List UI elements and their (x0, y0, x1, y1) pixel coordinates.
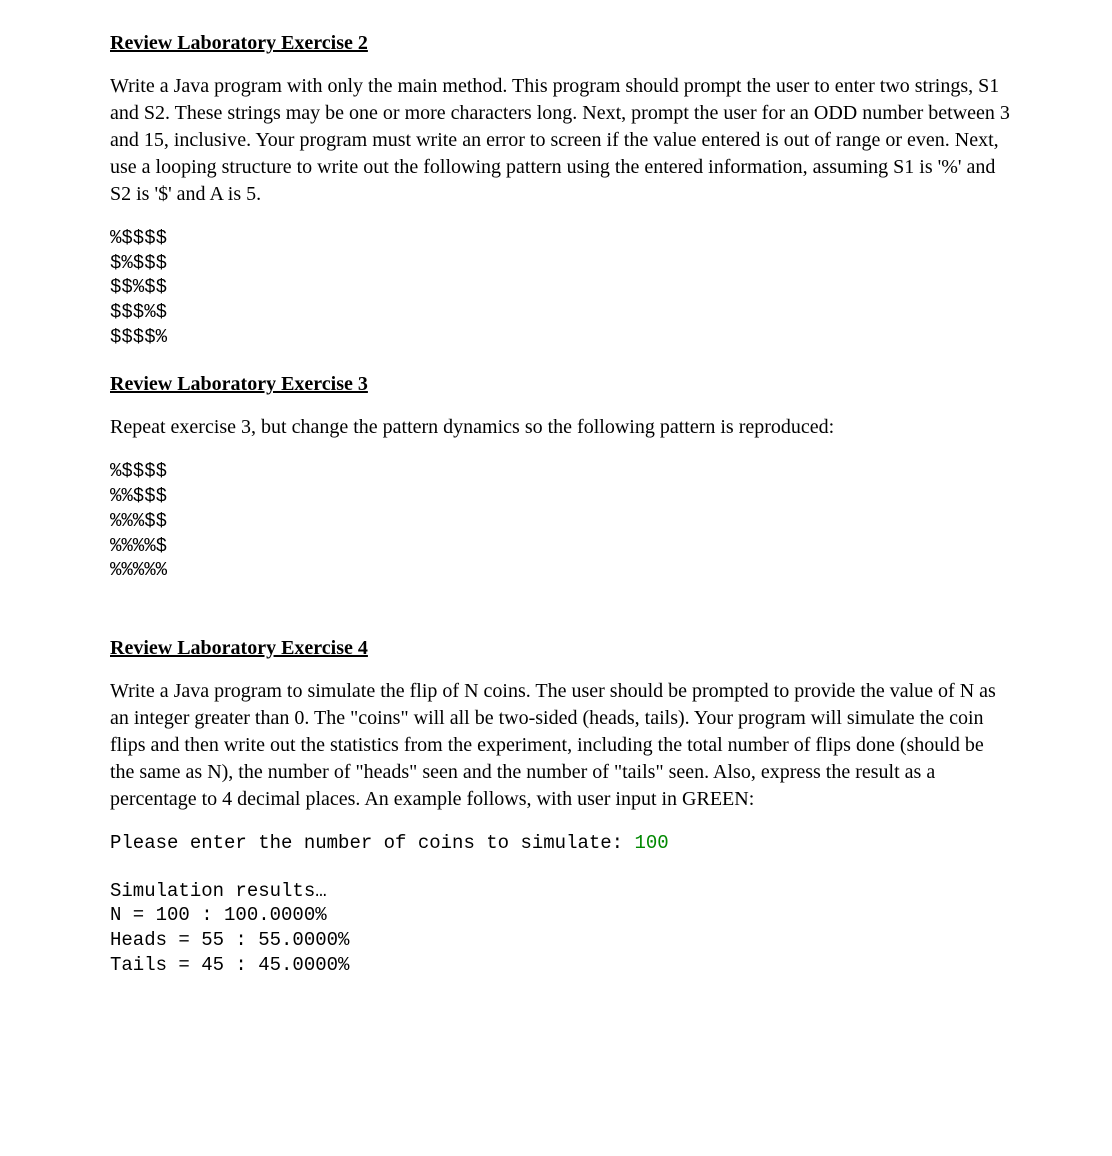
exercise-2-heading: Review Laboratory Exercise 2 (110, 30, 1012, 57)
exercise-3-section: Review Laboratory Exercise 3 Repeat exer… (110, 371, 1012, 582)
exercise-3-paragraph: Repeat exercise 3, but change the patter… (110, 414, 1012, 441)
result-n-line: N = 100 : 100.0000% (110, 904, 327, 926)
exercise-4-results: Simulation results… N = 100 : 100.0000% … (110, 879, 1012, 978)
exercise-3-heading: Review Laboratory Exercise 3 (110, 371, 1012, 398)
exercise-4-prompt: Please enter the number of coins to simu… (110, 831, 1012, 857)
user-input-value: 100 (635, 832, 669, 854)
exercise-2-paragraph: Write a Java program with only the main … (110, 73, 1012, 208)
exercise-4-heading: Review Laboratory Exercise 4 (110, 635, 1012, 662)
exercise-2-pattern: %$$$$ $%$$$ $$%$$ $$$%$ $$$$% (110, 226, 1012, 349)
exercise-3-pattern: %$$$$ %%$$$ %%%$$ %%%%$ %%%%% (110, 459, 1012, 582)
spacer (110, 605, 1012, 635)
results-heading: Simulation results… (110, 880, 327, 902)
exercise-4-section: Review Laboratory Exercise 4 Write a Jav… (110, 635, 1012, 977)
exercise-2-section: Review Laboratory Exercise 2 Write a Jav… (110, 30, 1012, 349)
result-heads-line: Heads = 55 : 55.0000% (110, 929, 349, 951)
result-tails-line: Tails = 45 : 45.0000% (110, 954, 349, 976)
exercise-4-paragraph: Write a Java program to simulate the fli… (110, 678, 1012, 813)
prompt-text: Please enter the number of coins to simu… (110, 832, 635, 854)
